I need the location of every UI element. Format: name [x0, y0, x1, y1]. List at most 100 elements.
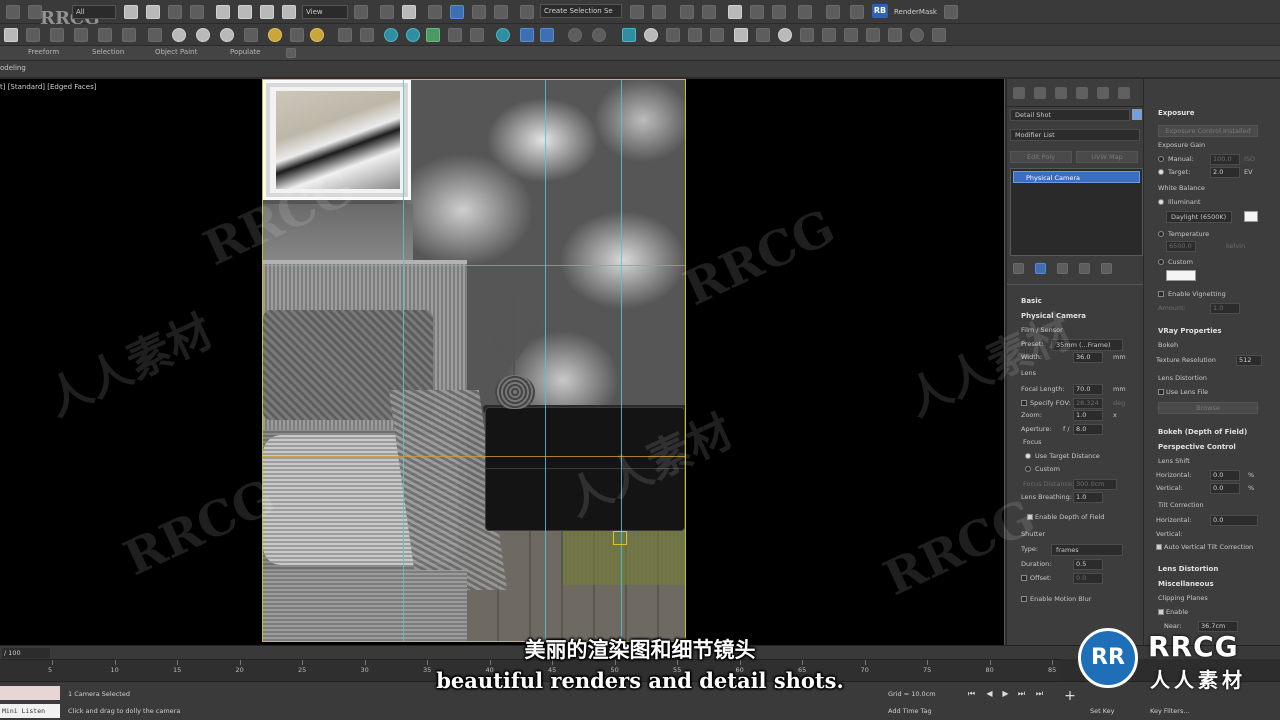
- place-icon[interactable]: [282, 5, 296, 19]
- texture-resolution-spinner[interactable]: 512: [1236, 355, 1262, 366]
- copy-icon[interactable]: [844, 28, 858, 42]
- window-icon[interactable]: [866, 28, 880, 42]
- frame-icon[interactable]: [800, 28, 814, 42]
- world-icon[interactable]: [406, 28, 420, 42]
- ribbon-options-icon[interactable]: [286, 48, 296, 58]
- tab-populate[interactable]: Populate: [230, 48, 260, 56]
- stack-item-physical-camera[interactable]: Physical Camera: [1013, 171, 1140, 183]
- shutter-type-dropdown[interactable]: frames: [1051, 544, 1123, 556]
- modify-tab-icon[interactable]: [1034, 87, 1046, 99]
- named-selection-dropdown[interactable]: Create Selection Se: [540, 4, 622, 18]
- enable-vignetting-checkbox[interactable]: [1158, 291, 1164, 297]
- layout-icon[interactable]: [26, 28, 40, 42]
- camera-target-gizmo[interactable]: [613, 531, 627, 545]
- selection-filter-dropdown[interactable]: All: [72, 5, 116, 19]
- grid-icon[interactable]: [50, 28, 64, 42]
- rollout-vray-properties[interactable]: VRay Properties: [1158, 327, 1222, 335]
- table-icon[interactable]: [710, 28, 724, 42]
- eye-icon[interactable]: [910, 28, 924, 42]
- stack-icon[interactable]: [74, 28, 88, 42]
- pivot-icon[interactable]: [354, 5, 368, 19]
- target-radio[interactable]: [1158, 169, 1164, 175]
- paint-icon[interactable]: [360, 28, 374, 42]
- render-setup-icon[interactable]: [826, 5, 840, 19]
- spinner-snap-icon[interactable]: [494, 5, 508, 19]
- cone-icon[interactable]: [244, 28, 258, 42]
- lens-breathing-spinner[interactable]: 1.0: [1073, 492, 1103, 503]
- use-target-distance-radio[interactable]: [1025, 453, 1031, 459]
- sun-icon[interactable]: [268, 28, 282, 42]
- aperture-spinner[interactable]: 8.0: [1073, 424, 1103, 435]
- specify-fov-spinner[interactable]: 28.324: [1073, 398, 1103, 409]
- bulb-icon[interactable]: [666, 28, 680, 42]
- tilt-horizontal-spinner[interactable]: 0.0: [1210, 515, 1258, 526]
- mirror-icon[interactable]: [630, 5, 644, 19]
- square-icon[interactable]: [888, 28, 902, 42]
- render-blue-icon[interactable]: [540, 28, 554, 42]
- sphere-icon[interactable]: [220, 28, 234, 42]
- preset-dropdown[interactable]: 35mm (...Frame): [1051, 339, 1123, 351]
- point-icon[interactable]: [644, 28, 658, 42]
- auto-vertical-tilt-checkbox[interactable]: [1156, 544, 1162, 550]
- show-end-result-icon[interactable]: [1035, 263, 1046, 274]
- object-color-swatch[interactable]: [1132, 109, 1142, 120]
- plant-icon[interactable]: [426, 28, 440, 42]
- clipping-enable-checkbox[interactable]: [1158, 609, 1164, 615]
- link-icon[interactable]: [6, 5, 20, 19]
- duration-spinner[interactable]: 0.5: [1073, 559, 1103, 570]
- select-object-icon[interactable]: [124, 5, 138, 19]
- light-icon[interactable]: [290, 28, 304, 42]
- help-icon[interactable]: [592, 28, 606, 42]
- pin-stack-icon[interactable]: [1013, 263, 1024, 274]
- object-name-field[interactable]: Detail Shot: [1010, 109, 1130, 121]
- make-unique-icon[interactable]: [1057, 263, 1068, 274]
- remove-modifier-icon[interactable]: [1079, 263, 1090, 274]
- edit-poly-button[interactable]: Edit Poly: [1010, 151, 1072, 163]
- camera-viewport[interactable]: t] [Standard] [Edged Faces]: [0, 79, 1005, 645]
- move-icon[interactable]: [216, 5, 230, 19]
- temperature-spinner[interactable]: 6500.0: [1166, 241, 1196, 252]
- tool-icon[interactable]: [756, 28, 770, 42]
- rendered-frame-icon[interactable]: [850, 5, 864, 19]
- viewport-label[interactable]: t] [Standard] [Edged Faces]: [0, 83, 96, 91]
- rollout-bokeh-dof[interactable]: Bokeh (Depth of Field): [1158, 428, 1247, 436]
- keyboard-shortcut-icon[interactable]: [402, 5, 416, 19]
- rollout-lens-distortion[interactable]: Lens Distortion: [1158, 565, 1218, 573]
- uvw-map-button[interactable]: UVW Map: [1076, 151, 1138, 163]
- layers-icon[interactable]: [822, 28, 836, 42]
- omni-light-icon[interactable]: [310, 28, 324, 42]
- filter-icon[interactable]: [688, 28, 702, 42]
- illuminant-color-swatch[interactable]: [1244, 211, 1258, 222]
- question-icon[interactable]: [568, 28, 582, 42]
- box-icon[interactable]: [148, 28, 162, 42]
- browse-button[interactable]: Browse: [1158, 402, 1258, 414]
- utilities-tab-icon[interactable]: [1118, 87, 1130, 99]
- material-sphere-icon[interactable]: [496, 28, 510, 42]
- tab-object-paint[interactable]: Object Paint: [155, 48, 197, 56]
- manual-radio[interactable]: [1158, 156, 1164, 162]
- create-tab-icon[interactable]: [1013, 87, 1025, 99]
- amount-spinner[interactable]: 1.0: [1210, 303, 1240, 314]
- refresh-icon[interactable]: [778, 28, 792, 42]
- add-time-tag-button[interactable]: Add Time Tag: [888, 707, 932, 715]
- focus-distance-spinner[interactable]: 300.0cm: [1073, 479, 1117, 490]
- offset-checkbox[interactable]: [1021, 575, 1027, 581]
- rollout-basic[interactable]: Basic: [1021, 297, 1042, 305]
- brush-icon[interactable]: [470, 28, 484, 42]
- percent-snap-icon[interactable]: [472, 5, 486, 19]
- schematic-view-icon[interactable]: [772, 5, 786, 19]
- zoom-spinner[interactable]: 1.0: [1073, 410, 1103, 421]
- horizontal-shift-spinner[interactable]: 0.0: [1210, 470, 1240, 481]
- target-spinner[interactable]: 2.0: [1210, 167, 1240, 178]
- lightbulb-icon[interactable]: [932, 28, 946, 42]
- tab-freeform[interactable]: Freeform: [28, 48, 59, 56]
- illuminant-dropdown[interactable]: Daylight (6500K): [1166, 211, 1232, 223]
- modifier-list-dropdown[interactable]: Modifier List: [1010, 129, 1140, 141]
- select-manipulate-icon[interactable]: [380, 5, 394, 19]
- scatter-icon[interactable]: [338, 28, 352, 42]
- layer-explorer-icon[interactable]: [702, 5, 716, 19]
- render-mask-label[interactable]: RenderMask: [894, 8, 937, 16]
- focal-length-spinner[interactable]: 70.0: [1073, 384, 1103, 395]
- window-crossing-icon[interactable]: [190, 5, 204, 19]
- rotate-icon[interactable]: [238, 5, 252, 19]
